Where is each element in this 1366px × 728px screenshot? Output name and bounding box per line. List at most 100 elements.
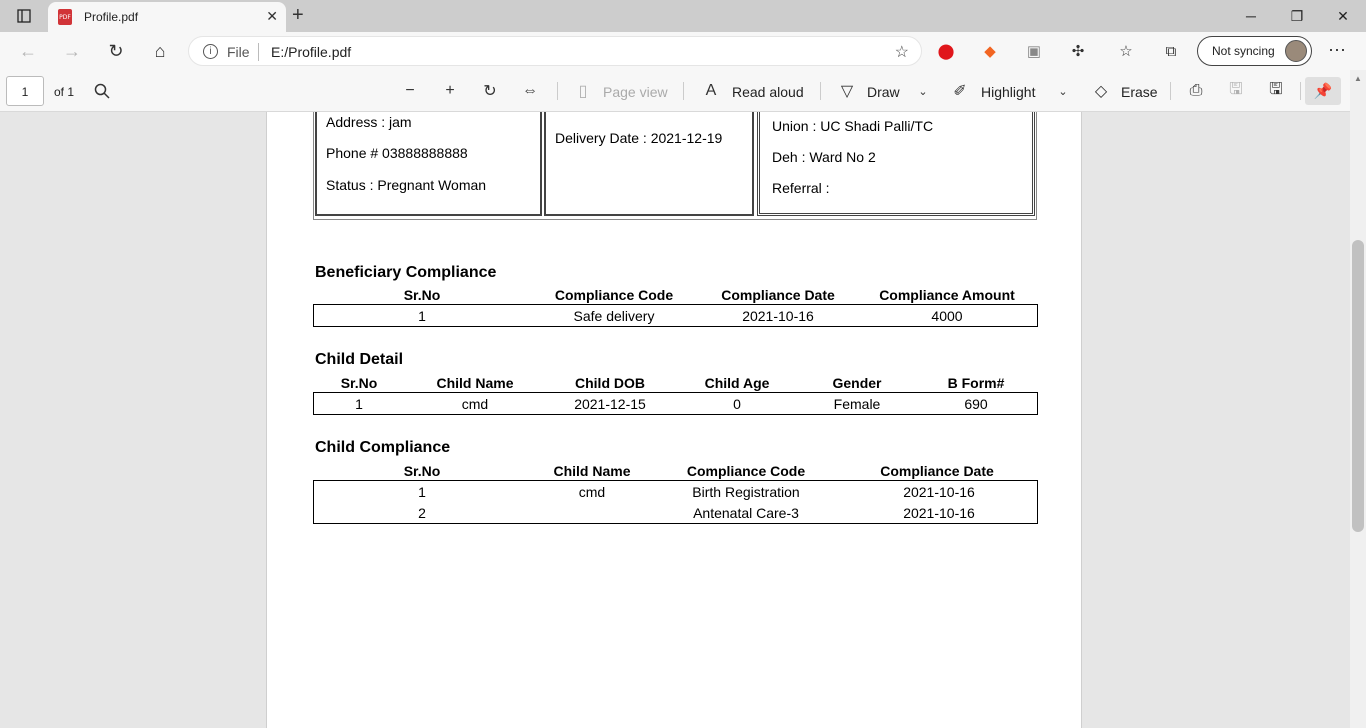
status-text: Status : Pregnant Woman [326, 177, 487, 193]
toolbar-divider [557, 82, 558, 100]
minimize-icon[interactable]: ─ [1228, 4, 1274, 28]
table-cell: 1 [418, 308, 426, 324]
table-header: Sr.No [403, 463, 441, 479]
table-header: Sr.No [340, 375, 378, 391]
table-cell: 1 [355, 396, 363, 412]
forward-icon[interactable]: → [60, 40, 84, 62]
table-cell: 2021-12-15 [574, 396, 646, 412]
tab-actions-icon[interactable] [12, 5, 36, 27]
add-favorite-icon[interactable]: ☆ [895, 42, 909, 62]
table-cell: Birth Registration [692, 484, 800, 500]
table-header: Child Name [553, 463, 631, 479]
collections-icon[interactable]: ⧉ [1160, 40, 1182, 62]
draw-icon[interactable]: ▽ [837, 80, 857, 102]
table-cell: 0 [733, 396, 741, 412]
table-header: Compliance Date [880, 463, 994, 479]
info-icon[interactable]: i [203, 44, 218, 59]
back-icon[interactable]: ← [16, 40, 40, 62]
page-view-button: Page view [603, 84, 668, 100]
profile-sync-button[interactable]: Not syncing [1197, 36, 1312, 66]
save-icon: 🖫 [1229, 80, 1243, 98]
tab-profile-pdf[interactable]: PDF Profile.pdf ✕ [48, 2, 286, 32]
table-cell: 2021-10-16 [903, 484, 975, 500]
draw-options-chevron-icon[interactable]: ⌄ [913, 80, 933, 102]
sync-label: Not syncing [1212, 44, 1275, 58]
table-cell: 2 [418, 505, 426, 521]
table-header: Sr.No [403, 287, 441, 303]
toolbar-divider [1170, 82, 1171, 100]
pdf-toolbar: 1 of 1 − + ↻ ⇔ ▯ Page view A Read aloud … [0, 70, 1366, 112]
vertical-scrollbar[interactable]: ▲ [1350, 70, 1366, 728]
table-cell: Antenatal Care-3 [693, 505, 799, 521]
address-scheme: File [227, 44, 250, 60]
table-header: Compliance Code [686, 463, 806, 479]
child-compliance-title: Child Compliance [315, 439, 451, 456]
zoom-in-icon[interactable]: + [440, 80, 460, 102]
pin-toolbar-icon[interactable]: 📌 [1305, 77, 1341, 105]
read-aloud-button[interactable]: Read aloud [732, 84, 804, 100]
delivery-date-text: Delivery Date : 2021-12-19 [555, 130, 723, 146]
zoom-out-icon[interactable]: − [400, 80, 420, 102]
table-cell: 1 [418, 484, 426, 500]
highlight-button[interactable]: Highlight [981, 84, 1035, 100]
table-header: Compliance Code [554, 287, 674, 303]
home-icon[interactable]: ⌂ [148, 40, 172, 62]
new-tab-icon[interactable]: + [292, 4, 304, 27]
address-url[interactable]: E:/Profile.pdf [271, 44, 351, 60]
page-view-icon: ▯ [578, 83, 588, 100]
table-cell: 2021-10-16 [742, 308, 814, 324]
child-detail-title: Child Detail [315, 351, 404, 368]
camera-extension-icon[interactable]: ▣ [1023, 40, 1045, 62]
table-cell: 4000 [931, 308, 963, 324]
close-window-icon[interactable]: ✕ [1320, 4, 1366, 28]
tab-title: Profile.pdf [84, 10, 139, 24]
extensions-icon[interactable]: ✣ [1067, 40, 1089, 62]
erase-button[interactable]: Erase [1121, 84, 1158, 100]
pdf-viewer[interactable]: Address : jam Phone # 03888888888 Status… [0, 112, 1350, 728]
print-icon[interactable]: ⎙ [1186, 80, 1206, 102]
toolbar-divider [1300, 82, 1301, 100]
table-header: B Form# [947, 375, 1005, 391]
toolbar-divider [820, 82, 821, 100]
table-cell: cmd [461, 396, 489, 412]
table-header: Compliance Date [721, 287, 835, 303]
table-cell: Safe delivery [573, 308, 655, 324]
rotate-icon[interactable]: ↻ [480, 80, 500, 102]
table-header: Child Name [436, 375, 514, 391]
draw-button[interactable]: Draw [867, 84, 900, 100]
scrollbar-thumb[interactable] [1352, 240, 1364, 532]
highlight-icon[interactable]: ✐ [950, 80, 970, 102]
tab-bar: PDF Profile.pdf ✕ + ─ ❐ ✕ [0, 0, 1366, 32]
phone-text: Phone # 03888888888 [326, 145, 468, 161]
refresh-icon[interactable]: ↻ [104, 40, 128, 62]
table-header: Gender [832, 375, 882, 391]
brave-extension-icon[interactable]: ◆ [979, 40, 1001, 62]
table-cell: 2021-10-16 [903, 505, 975, 521]
favorites-icon[interactable]: ☆ [1115, 40, 1137, 62]
erase-icon[interactable]: ◇ [1091, 80, 1111, 102]
opera-extension-icon[interactable]: ⬤ [935, 40, 957, 62]
deh-text: Deh : Ward No 2 [772, 149, 876, 165]
scroll-up-icon[interactable]: ▲ [1354, 74, 1362, 83]
address-text: Address : jam [326, 114, 412, 130]
read-aloud-icon[interactable]: A [701, 80, 721, 102]
more-options-icon[interactable]: ⋯ [1328, 40, 1346, 61]
fit-to-width-icon[interactable]: ⇔ [520, 80, 540, 102]
address-bar[interactable]: i File E:/Profile.pdf ☆ [188, 36, 922, 66]
search-icon[interactable] [92, 80, 112, 102]
save-as-icon[interactable]: 🖫 [1266, 80, 1286, 102]
table-header: Child DOB [575, 375, 645, 391]
page-number-input[interactable]: 1 [6, 76, 44, 106]
address-divider [258, 43, 259, 61]
restore-icon[interactable]: ❐ [1274, 4, 1320, 28]
table-cell: cmd [578, 484, 606, 500]
avatar [1285, 40, 1307, 62]
close-tab-icon[interactable]: ✕ [266, 8, 278, 25]
referral-text: Referral : [772, 180, 830, 196]
table-cell: 690 [964, 396, 988, 412]
page-total: of 1 [54, 85, 75, 99]
highlight-options-chevron-icon[interactable]: ⌄ [1053, 80, 1073, 102]
pdf-file-icon: PDF [58, 9, 72, 25]
beneficiary-compliance-title: Beneficiary Compliance [315, 264, 497, 281]
table-header: Compliance Amount [879, 287, 1015, 303]
